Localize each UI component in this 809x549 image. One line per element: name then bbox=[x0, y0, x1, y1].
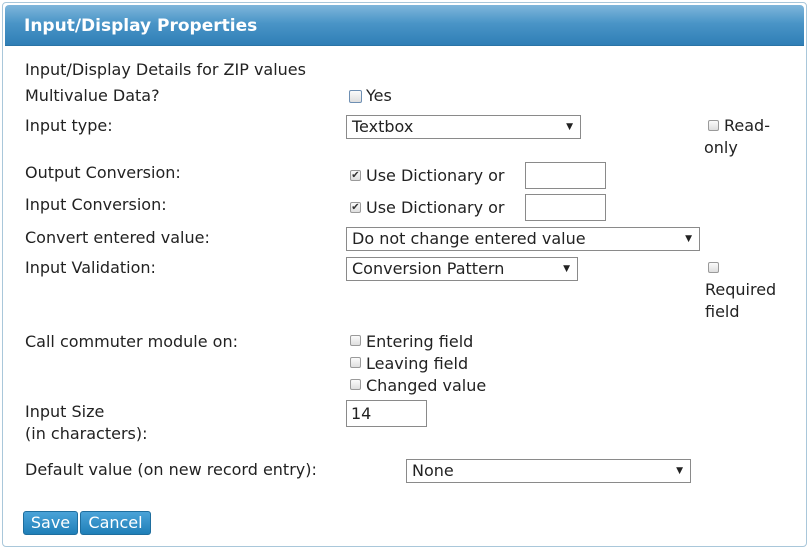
chevron-down-icon: ▼ bbox=[563, 264, 570, 274]
multivalue-option-label: Yes bbox=[366, 86, 392, 105]
input-conversion-option: Use Dictionary or bbox=[366, 198, 505, 217]
panel-title: Input/Display Properties bbox=[24, 16, 258, 36]
output-conversion-checkbox[interactable]: ✔ bbox=[350, 170, 361, 181]
chevron-down-icon: ▼ bbox=[676, 466, 683, 476]
input-type-selected: Textbox bbox=[352, 117, 414, 136]
input-validation-select[interactable]: Conversion Pattern ▼ bbox=[346, 257, 578, 281]
output-conversion-label: Output Conversion: bbox=[25, 163, 181, 182]
required-field-label-line1: Required bbox=[705, 280, 777, 299]
chevron-down-icon: ▼ bbox=[685, 234, 692, 244]
changed-value-checkbox[interactable] bbox=[350, 379, 361, 390]
input-validation-label: Input Validation: bbox=[25, 258, 156, 277]
output-conversion-input[interactable] bbox=[525, 162, 606, 189]
input-conversion-input[interactable] bbox=[525, 194, 606, 221]
save-button[interactable]: Save bbox=[23, 511, 78, 535]
convert-entered-select[interactable]: Do not change entered value ▼ bbox=[346, 227, 700, 251]
details-heading: Input/Display Details for ZIP values bbox=[25, 60, 306, 79]
output-conversion-option: Use Dictionary or bbox=[366, 166, 505, 185]
default-value-selected: None bbox=[412, 461, 454, 480]
input-conversion-checkbox[interactable]: ✔ bbox=[350, 202, 361, 213]
changed-value-label: Changed value bbox=[366, 376, 487, 395]
panel-header: Input/Display Properties bbox=[5, 5, 804, 46]
default-value-select[interactable]: None ▼ bbox=[406, 459, 691, 483]
multivalue-label: Multivalue Data? bbox=[25, 86, 160, 105]
input-validation-selected: Conversion Pattern bbox=[352, 259, 505, 278]
input-conversion-label: Input Conversion: bbox=[25, 195, 167, 214]
cancel-button[interactable]: Cancel bbox=[80, 511, 151, 535]
leaving-field-checkbox[interactable] bbox=[350, 357, 361, 368]
input-type-select[interactable]: Textbox ▼ bbox=[346, 115, 581, 139]
read-only-label-line1: Read- bbox=[724, 116, 770, 135]
default-value-label: Default value (on new record entry): bbox=[25, 460, 317, 479]
entering-field-label: Entering field bbox=[366, 332, 474, 351]
read-only-checkbox[interactable] bbox=[708, 120, 719, 131]
required-field-checkbox[interactable] bbox=[708, 262, 719, 273]
entering-field-checkbox[interactable] bbox=[350, 335, 361, 346]
multivalue-checkbox[interactable] bbox=[349, 90, 362, 103]
required-field-label-line2: field bbox=[705, 302, 740, 321]
input-type-label: Input type: bbox=[25, 116, 113, 135]
input-size-input[interactable]: 14 bbox=[346, 400, 427, 427]
leaving-field-label: Leaving field bbox=[366, 354, 469, 373]
chevron-down-icon: ▼ bbox=[566, 122, 573, 132]
read-only-label-line2: only bbox=[704, 138, 738, 157]
input-size-label-line2: (in characters): bbox=[25, 424, 148, 443]
commuter-label: Call commuter module on: bbox=[25, 332, 238, 351]
convert-entered-selected: Do not change entered value bbox=[352, 229, 586, 248]
convert-entered-label: Convert entered value: bbox=[25, 228, 210, 247]
input-size-label-line1: Input Size bbox=[25, 402, 105, 421]
